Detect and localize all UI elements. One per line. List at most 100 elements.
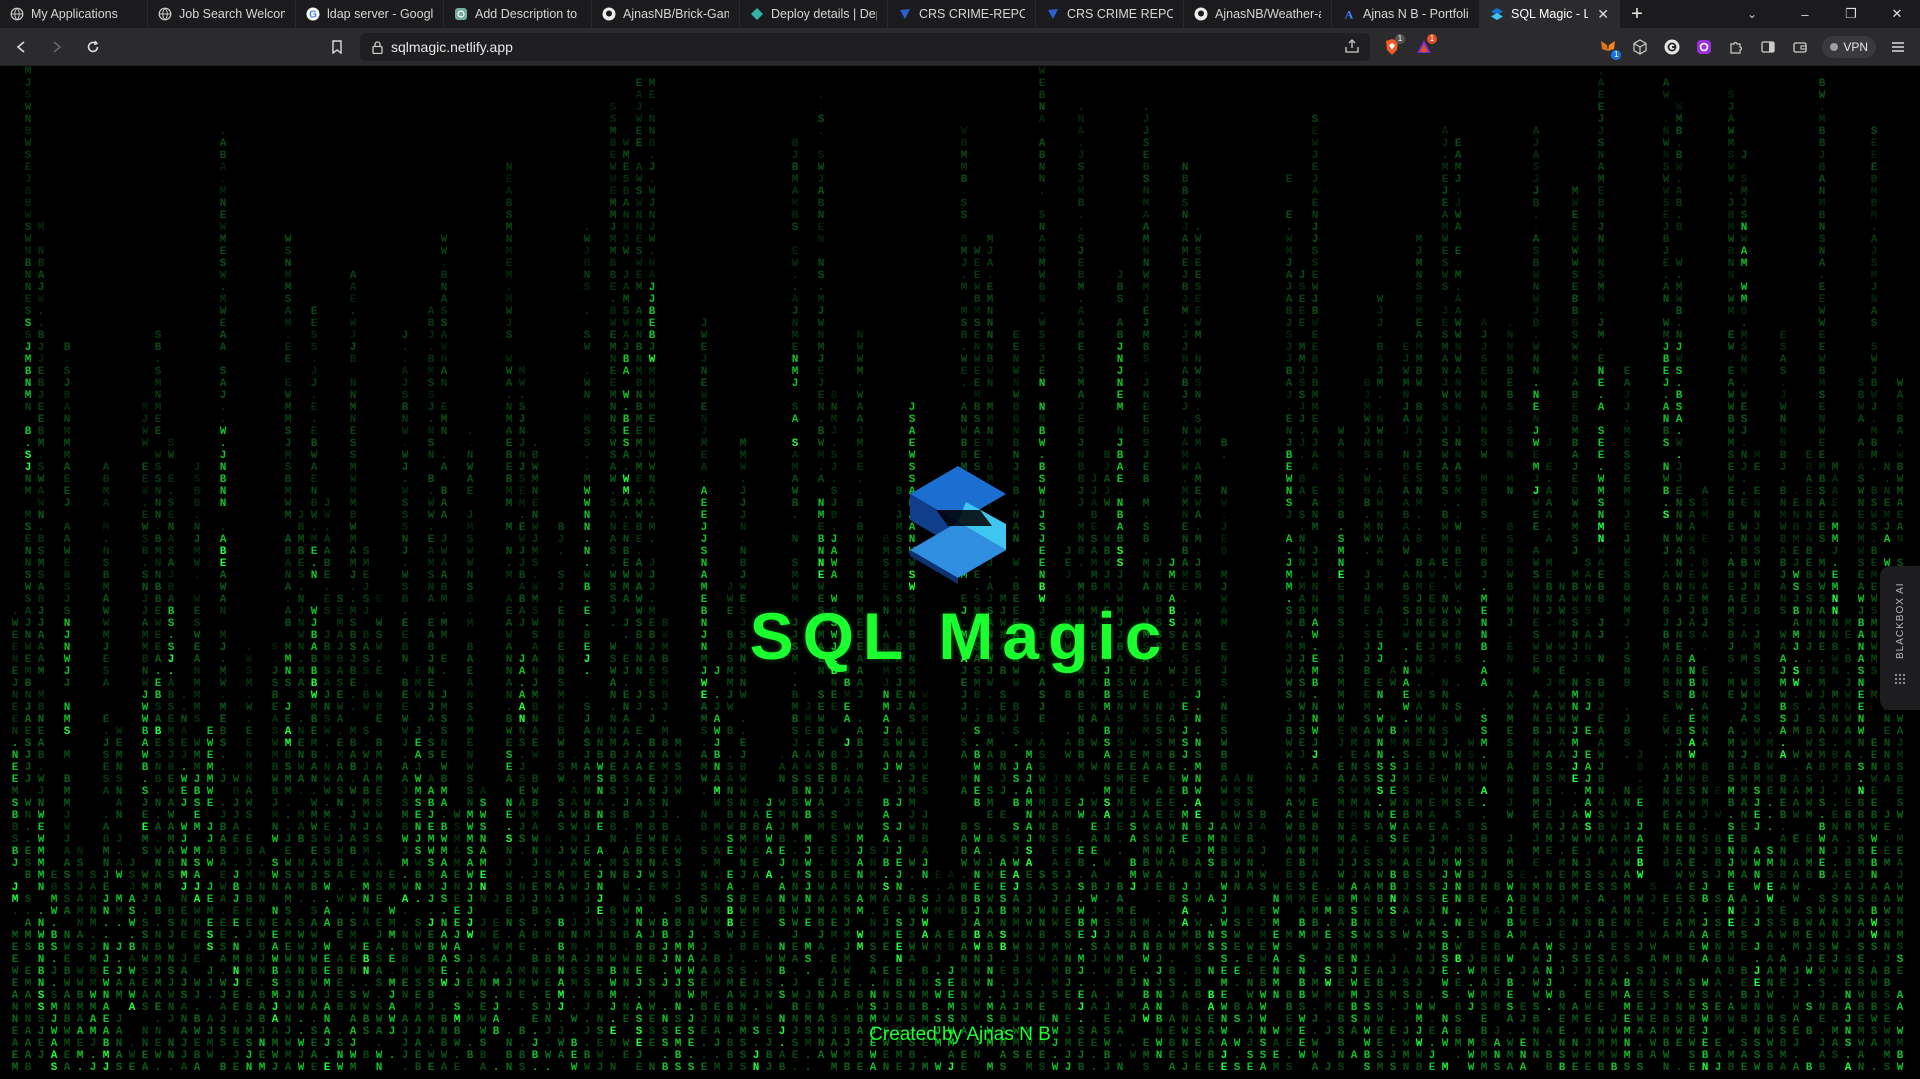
matrix-rain-column: JWE BJSMMJW B .SANSBWSE EASBBW.JSMABN.BB…: [726, 582, 734, 1074]
metamask-extension-icon[interactable]: 1: [1592, 31, 1624, 63]
matrix-rain-column: BJ. SJ.ENBENBSMWEBWBSW.SAS.J.MAJ BNBMNAM…: [557, 522, 565, 1062]
brave-rewards-icon[interactable]: 1: [1408, 31, 1440, 63]
matrix-rain-column: .JJSEBSNMAAMNNWMJEJMBS.JNEEBSJEB M.SB.MN…: [1142, 102, 1150, 1074]
matrix-rain-column: SAAWS.ENEJAS.ANBB.ESAWMWSWWBNNEWESAMAEN …: [1688, 498, 1696, 1074]
wallet-icon[interactable]: [1784, 31, 1816, 63]
matrix-rain-column: EJWMNJAJ NBEAABAAW.ABSSJW..NAEW.MMSJMSNB…: [1402, 342, 1410, 1074]
tab-title: CRS CRIME REPORTII: [1067, 7, 1173, 21]
tab-active[interactable]: SQL Magic - Lea ✕: [1480, 0, 1620, 28]
matrix-rain-column: ABMA M.NSBMAWWMJESA E.JSESA .ABMNJEJN..N…: [102, 462, 110, 1074]
extensions-puzzle-icon[interactable]: [1720, 31, 1752, 63]
tab[interactable]: AjnasNB/Weather-ap: [1184, 0, 1332, 28]
matrix-rain-column: BNMJ.SJ.SJB.JAWA WSSWJEBNEE W BBBJ SESEN…: [830, 390, 838, 1074]
tab[interactable]: Add Description to P: [444, 0, 592, 28]
blackbox-ai-widget[interactable]: BLACKBOX AI: [1880, 566, 1920, 710]
matrix-rain-column: .WSM.W.EENMNAWS.EBJMJBMEJ.BME.BJMSJN: [245, 642, 253, 1074]
matrix-rain-column: JMEABSSJ.W.BJAWMBENEEEWJAA.BB.MWN.BSJ AE…: [1168, 558, 1176, 1074]
matrix-rain-column: .WJBNS . SW .WN.MSS..MWWNN.N.WB.E.BEJ. .…: [583, 222, 591, 1074]
matrix-rain-column: B. NW.JEB MJWAM ENJS.NESWBBAWWBANBBNWJJW…: [1220, 438, 1228, 1074]
matrix-rain-column: AAE.WJJB NNMNESSMWMMBWMAMJ..MSBSJBE.. MB…: [349, 270, 357, 1074]
menu-icon[interactable]: [1882, 31, 1914, 63]
matrix-rain-column: MJWNA.B SEW. BNJJ E S AEESBNSB.E.JABANAS: [999, 594, 1007, 1074]
cube-extension-icon[interactable]: [1624, 31, 1656, 63]
matrix-rain-column: .ABA.MNEWMESW.MWEAA SAJ..W.JNBNN .ABEAWA…: [219, 126, 227, 1074]
tab[interactable]: Job Search Welcome: [148, 0, 296, 28]
matrix-rain-column: ABJ.BMSSJ.NSN B.WW.EAMSNA EABJNENJA.SS A…: [427, 306, 435, 1074]
matrix-rain-column: WW.JBMEA JJ.NAJ WJJSENSMJMJMWEB.MBJMB: [843, 630, 851, 1074]
matrix-rain-column: E WSW.E WBE BMAMESWAS.ANSE.EJASAS.SWA.WN: [375, 594, 383, 1074]
svg-text:G: G: [309, 10, 317, 21]
matrix-rain-column: ASM E.BWAMBJA. ENNAMNA BBNMJ.SJ.SJB.JAWA…: [1701, 486, 1709, 1074]
matrix-rain-column: AW WBM.SJEWEWSWMBBNSBS JJ.M..E.JS: [1389, 666, 1397, 1074]
matrix-rain-column: EESS.JJ.E.EBWAENBW.ME.N WJBABBBWMBEMBAN.…: [310, 306, 318, 1074]
close-window-icon[interactable]: ✕: [1874, 0, 1920, 28]
matrix-rain-column: MWEEWWWSEBBBSWMJABEBMBAJEBWAMSJ MBWSSNJJ…: [1571, 186, 1579, 1074]
matrix-rain-column: MJMNSBMEAMMBW BWAJJESNM..B BNMJBNWENW.WA…: [1415, 234, 1423, 1074]
matrix-rain-column: BNJMAWSW.JSE.S: [687, 906, 695, 1074]
matrix-rain-column: SEWJEJAENJJSSEWJBWEEBJBMMEAJAA EANM JJWN…: [1311, 114, 1319, 1074]
window-controls: – ❐ ✕: [1782, 0, 1920, 28]
tab[interactable]: Deploy details | Depl: [740, 0, 888, 28]
matrix-rain-column: NSNSJBANMA ME WE.NWAJAJSE: [1246, 774, 1254, 1074]
new-tab-icon[interactable]: +: [1620, 0, 1654, 28]
close-tab-icon[interactable]: ✕: [1597, 6, 1609, 23]
matrix-rain-column: WSNWJE BSMSBBB.EB JW.WJ MWW: [1467, 738, 1475, 1074]
matrix-rain-column: .AN WMJBEJ.ANBS NWB.S NJ.AB: [778, 750, 786, 1074]
matrix-rain-column: B A BBNEJMB JANS: [1493, 882, 1501, 1074]
matrix-rain-column: A.MNN.NWBJN.BABJNEM: [258, 846, 266, 1074]
matrix-rain-column: AMSWWEWWJN BSWE.E. BS W.S: [1233, 774, 1241, 1074]
back-icon[interactable]: [6, 32, 36, 62]
matrix-rain-column: MJA.EMNNNNBWN MMNN.BMJ..ENAJ.AJSANNWJW..…: [986, 234, 994, 1074]
matrix-rain-column: MAAEAMMJ.EMNNNNBWN MMNN.BMJ..ENAJ.AJSANN…: [1831, 462, 1839, 1062]
portfolio-icon: A: [1342, 7, 1356, 22]
matrix-rain-column: EWEW .WEEEEBJSA BMJ EBAB.EJ MJ .W: [1129, 666, 1137, 1062]
restore-icon[interactable]: ❐: [1828, 0, 1874, 28]
google-icon: G: [306, 7, 320, 21]
matrix-rain-column: B.JMSSBWWSWW.BMSJEJ AWNW.JJ J.JEJNJ.SEEN…: [895, 486, 903, 1074]
brave-shields-icon[interactable]: 1: [1376, 31, 1408, 63]
matrix-rain-column: SEEEBMBM.AJSMJNAS SWJBWJ.MBM. BSWS.BEMEW…: [1870, 126, 1878, 1074]
tab[interactable]: AjnasNB/Brick-Game: [592, 0, 740, 28]
grammarly-extension-icon[interactable]: [1656, 31, 1688, 63]
matrix-rain-column: WEEWBMSENWEEMBSAEES.MWWSAMNE.SMJASASMB.J…: [973, 246, 981, 1062]
share-icon[interactable]: [1344, 38, 1360, 57]
matrix-rain-column: JSJASW.BAWAWA .WE: [128, 858, 136, 1074]
tab[interactable]: CRS CRIME-REPORTII: [888, 0, 1036, 28]
globe-icon: [10, 7, 24, 21]
matrix-rain-column: .WEENEJNEEN.NEEMSBBSBJ JM. MEEWEANNEAEM: [11, 606, 19, 1074]
matrix-rain-column: SB.SMNMEE WSSNNN.BMNNBBEWEEA.EBSABESNB.N…: [154, 330, 162, 1074]
tab[interactable]: Gldap server - Google: [296, 0, 444, 28]
address-bar[interactable]: sqlmagic.netlify.app: [360, 33, 1370, 61]
matrix-rain-column: NSMJAMNAS WWBMAAEM.: [76, 846, 84, 1074]
matrix-rain-column: M NBAJW..BJJEBJEEBM.SWAWN.BSMSABJJAAAM M…: [37, 222, 45, 1062]
matrix-rain-column: JB.SEWJAEBW WAEMJ SAEEWA.BS: [1636, 750, 1644, 1074]
tab-title: My Applications: [31, 7, 118, 21]
tab[interactable]: CRS CRIME REPORTII: [1036, 0, 1184, 28]
tab-search-chevron-icon[interactable]: ⌄: [1732, 0, 1772, 28]
lock-icon: [372, 40, 383, 54]
purple-extension-icon[interactable]: [1688, 31, 1720, 63]
matrix-rain-column: SBWA AEASWNEWMWSEAWJBANASNEENWN.S.NBBMSB…: [1857, 378, 1865, 1074]
rewards-badge: 1: [1427, 34, 1437, 44]
reload-icon[interactable]: [78, 32, 108, 62]
matrix-rain-column: BWMBSMBJ.MBAMJJNJBNEASM .BBJJ.J .NSS.B: [661, 618, 669, 1074]
tab[interactable]: A Ajnas N B - Portfolio: [1332, 0, 1480, 28]
tab-title: CRS CRIME-REPORTII: [919, 7, 1025, 21]
bookmark-icon[interactable]: [326, 36, 348, 58]
vpn-button[interactable]: VPN: [1822, 36, 1876, 58]
tab[interactable]: My Applications: [0, 0, 148, 28]
matrix-rain-column: WMAJAMNAJSAESJJWANSWASM.WWEM: [1025, 738, 1033, 1074]
forward-icon[interactable]: [42, 32, 72, 62]
matrix-rain-column: NNBWSNANE A.JNJEWJMNB.B.NSEWJ: [596, 726, 604, 1074]
matrix-rain-column: BA.J.WS EJMEWEBWWWNSSA: [1259, 810, 1267, 1074]
matrix-rain-column: BW.MBBJBANMBNSNA.EEWWEEWBMSENWEEMBSAEES.…: [1818, 78, 1826, 1074]
matrix-rain-column: SAMNM.JMBMWMAMJ.J: [89, 870, 97, 1074]
matrix-rain-column: MJSWNBWSEJBBWSWNBNNESSSJMBNMN B.SJNM MSE…: [24, 66, 32, 1074]
matrix-rain-column: ASWSNAMENN JN.SANSEWWSBA: [479, 786, 487, 1074]
matrix-rain-column: NWWM.WAAJMSE..B.BWNBNBMMEEEAAAJ .ABJMAAE…: [856, 330, 864, 1074]
tab-title: SQL Magic - Lea: [1511, 7, 1588, 21]
github-icon: [1194, 7, 1208, 21]
minimize-icon[interactable]: –: [1782, 0, 1828, 28]
matrix-rain-column: J..AJSBNW.WJ.WSSSNJ.WSB.EEBN.BEEWWJ.AAJS…: [401, 330, 409, 1074]
sidebar-icon[interactable]: [1752, 31, 1784, 63]
